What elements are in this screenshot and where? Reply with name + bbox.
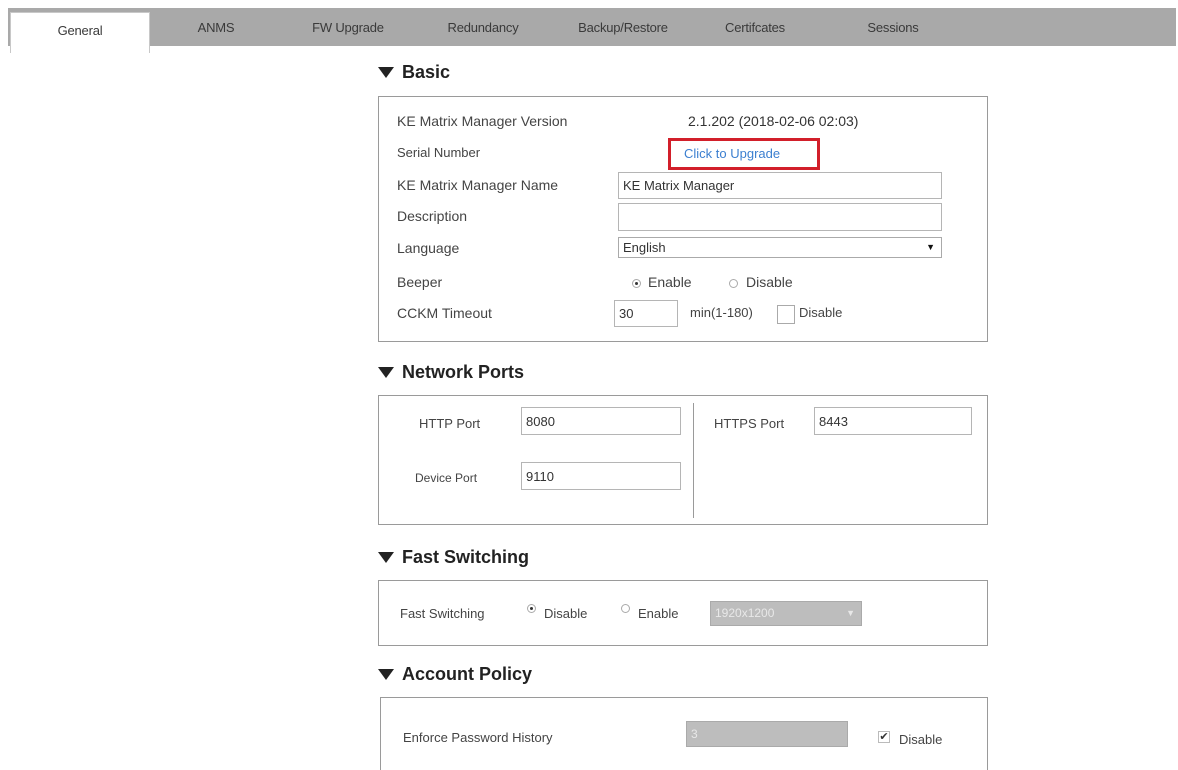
tab-certificates[interactable]: Certifcates (700, 8, 810, 46)
tab-anms[interactable]: ANMS (176, 8, 256, 46)
description-input[interactable] (618, 203, 942, 231)
fast-switching-enable-label: Enable (638, 606, 679, 621)
http-port-label: HTTP Port (419, 416, 481, 431)
section-fast-switching-header[interactable]: Fast Switching (378, 547, 529, 568)
dropdown-arrow-icon: ▼ (926, 242, 935, 252)
language-select[interactable]: English ▼ (618, 237, 942, 258)
fast-switching-enable-radio[interactable] (621, 604, 630, 613)
panel-divider (693, 403, 694, 518)
http-port-input[interactable] (521, 407, 681, 435)
manager-name-input[interactable] (618, 172, 942, 199)
device-port-label: Device Port (415, 471, 478, 485)
cckm-disable-label: Disable (799, 305, 843, 320)
section-basic-title: Basic (402, 62, 451, 82)
fast-switching-disable-label: Disable (544, 606, 588, 621)
description-label: Description (397, 208, 468, 224)
section-fast-switching-title: Fast Switching (402, 547, 530, 567)
resolution-select-disabled: 1920x1200 ▼ (710, 601, 862, 626)
collapse-triangle-icon (378, 669, 394, 680)
dropdown-arrow-icon: ▼ (846, 608, 855, 618)
collapse-triangle-icon (378, 552, 394, 563)
beeper-disable-label: Disable (746, 274, 793, 290)
section-network-ports-header[interactable]: Network Ports (378, 362, 524, 383)
tab-bar: General ANMS FW Upgrade Redundancy Backu… (8, 8, 1176, 53)
password-history-disable-label: Disable (899, 732, 943, 747)
section-account-policy-title: Account Policy (402, 664, 533, 684)
collapse-triangle-icon (378, 367, 394, 378)
tab-redundancy[interactable]: Redundancy (428, 8, 538, 46)
cckm-disable-checkbox[interactable] (777, 305, 795, 324)
fast-switching-label: Fast Switching (400, 606, 485, 621)
beeper-enable-label: Enable (648, 274, 692, 290)
password-history-disable-checkbox[interactable]: ✔ (878, 731, 890, 743)
resolution-value: 1920x1200 (715, 606, 775, 620)
device-port-input[interactable] (521, 462, 681, 490)
cckm-timeout-input[interactable] (614, 300, 678, 327)
password-history-label: Enforce Password History (403, 730, 553, 745)
cckm-timeout-label: CCKM Timeout (397, 305, 492, 321)
language-label: Language (397, 240, 460, 256)
password-history-input-disabled: 3 (686, 721, 848, 747)
collapse-triangle-icon (378, 67, 394, 78)
section-basic-header[interactable]: Basic (378, 62, 450, 83)
password-history-value: 3 (691, 727, 698, 741)
https-port-label: HTTPS Port (714, 416, 785, 431)
beeper-label: Beeper (397, 274, 443, 290)
version-value: 2.1.202 (2018-02-06 02:03) (688, 113, 859, 129)
version-label: KE Matrix Manager Version (397, 113, 568, 129)
click-to-upgrade-link[interactable]: Click to Upgrade (684, 146, 780, 161)
serial-number-label: Serial Number (397, 145, 481, 160)
section-network-ports-title: Network Ports (402, 362, 525, 382)
beeper-disable-radio[interactable] (729, 279, 738, 288)
section-account-policy-header[interactable]: Account Policy (378, 664, 532, 685)
tab-fw-upgrade[interactable]: FW Upgrade (298, 8, 398, 46)
language-selected-value: English (623, 240, 666, 255)
tab-backup-restore[interactable]: Backup/Restore (558, 8, 688, 46)
tab-general[interactable]: General (10, 12, 150, 53)
tab-sessions[interactable]: Sessions (843, 8, 943, 46)
fast-switching-disable-radio[interactable] (527, 604, 536, 613)
cckm-timeout-unit: min(1-180) (690, 305, 753, 320)
https-port-input[interactable] (814, 407, 972, 435)
manager-name-label: KE Matrix Manager Name (397, 177, 559, 193)
beeper-enable-radio[interactable] (632, 279, 641, 288)
